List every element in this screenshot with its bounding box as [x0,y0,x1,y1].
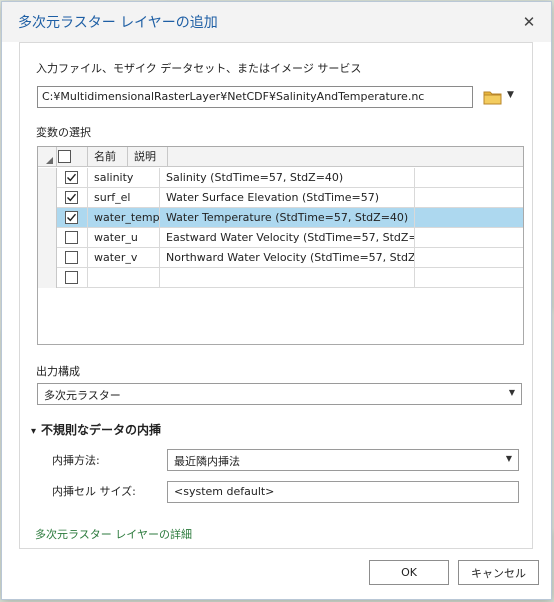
variables-label: 変数の選択 [36,126,91,139]
table-row[interactable]: water_v Northward Water Velocity (StdTime… [38,248,523,268]
variable-checkbox[interactable] [65,171,78,184]
variable-description-cell [160,268,415,288]
interpolation-section-toggle[interactable]: ▾ 不規則なデータの内挿 [31,421,161,438]
variable-name-cell [88,268,160,288]
empty-cell [415,248,523,268]
variable-description-cell: Water Temperature (StdTime=57, StdZ=40) [160,208,415,228]
variable-name-cell: water_v [88,248,160,268]
checkmark-icon [67,193,77,202]
grid-header: 名前 説明 [38,147,523,167]
input-label: 入力ファイル、モザイク データセット、またはイメージ サービス [36,62,362,75]
variable-checkbox[interactable] [65,251,78,264]
variable-description-cell: Eastward Water Velocity (StdTime=57, Std… [160,228,415,248]
header-name[interactable]: 名前 [88,147,128,167]
learn-more-link[interactable]: 多次元ラスター レイヤーの詳細 [35,526,192,542]
output-configuration-value: 多次元ラスター [44,389,121,402]
row-header[interactable] [38,188,57,208]
table-row[interactable] [38,268,523,288]
empty-cell [415,188,523,208]
variable-name-cell: salinity [88,168,160,188]
dialog-title: 多次元ラスター レイヤーの追加 [18,15,218,31]
cancel-button[interactable]: キャンセル [458,560,539,585]
empty-cell [415,168,523,188]
close-button[interactable]: ✕ [519,12,539,32]
variable-description-cell: Northward Water Velocity (StdTime=57, St… [160,248,415,268]
output-configuration-select[interactable]: 多次元ラスター ▼ [37,383,522,405]
sort-corner-icon [46,157,53,164]
chevron-down-icon: ▼ [508,388,515,397]
variable-name-cell: water_temp [88,208,160,228]
grid-corner[interactable] [38,147,57,167]
browse-folder-button[interactable] [483,87,503,107]
dialog-titlebar: 多次元ラスター レイヤーの追加 ✕ [2,2,551,42]
variable-checkbox[interactable] [65,211,78,224]
checkmark-icon [67,173,77,182]
chevron-down-icon: ▼ [505,454,512,463]
table-row[interactable]: salinity Salinity (StdTime=57, StdZ=40) [38,168,523,188]
header-description[interactable]: 説明 [128,147,168,167]
variable-description-cell: Salinity (StdTime=57, StdZ=40) [160,168,415,188]
variable-name-cell: surf_el [88,188,160,208]
variable-checkbox[interactable] [65,231,78,244]
row-header[interactable] [38,208,57,228]
folder-icon [483,91,502,105]
select-all-checkbox[interactable] [58,150,71,163]
variable-checkbox[interactable] [65,271,78,284]
variable-name-cell: water_u [88,228,160,248]
interpolation-method-label: 内挿方法: [52,454,100,467]
interpolation-section-title: 不規則なデータの内挿 [41,423,162,437]
interpolation-method-select[interactable]: 最近隣内挿法 ▼ [167,449,519,471]
checkmark-icon [67,213,77,222]
checkbox-cell [57,248,88,268]
output-label: 出力構成 [36,365,80,378]
table-row[interactable]: surf_el Water Surface Elevation (StdTime=… [38,188,523,208]
empty-cell [415,208,523,228]
header-checkbox-cell [57,147,88,167]
dialog-content: 入力ファイル、モザイク データセット、またはイメージ サービス C:¥Multi… [19,42,533,549]
variables-grid: 名前 説明 salinity Salinity (StdTime=57, StdZ… [37,146,524,345]
browse-dropdown-arrow[interactable]: ▼ [507,90,514,100]
interpolation-cell-size-label: 内挿セル サイズ: [52,485,136,498]
empty-cell [415,268,523,288]
row-header[interactable] [38,248,57,268]
table-row[interactable]: water_u Eastward Water Velocity (StdTime=… [38,228,523,248]
ok-button[interactable]: OK [369,560,449,585]
row-header[interactable] [38,268,57,288]
input-path-field[interactable]: C:¥MultidimensionalRasterLayer¥NetCDF¥Sa… [37,86,473,108]
add-multidimensional-raster-layer-dialog: 多次元ラスター レイヤーの追加 ✕ 入力ファイル、モザイク データセット、または… [1,1,552,600]
empty-cell [415,228,523,248]
checkbox-cell [57,268,88,288]
checkbox-cell [57,228,88,248]
table-row[interactable]: water_temp Water Temperature (StdTime=57,… [38,208,523,228]
interpolation-method-value: 最近隣内挿法 [174,455,240,468]
checkbox-cell [57,188,88,208]
chevron-down-icon: ▾ [31,426,37,437]
checkbox-cell [57,168,88,188]
checkbox-cell [57,208,88,228]
variable-description-cell: Water Surface Elevation (StdTime=57) [160,188,415,208]
row-header[interactable] [38,168,57,188]
variable-checkbox[interactable] [65,191,78,204]
interpolation-cell-size-input[interactable]: <system default> [167,481,519,503]
row-header[interactable] [38,228,57,248]
close-icon: ✕ [522,13,536,31]
